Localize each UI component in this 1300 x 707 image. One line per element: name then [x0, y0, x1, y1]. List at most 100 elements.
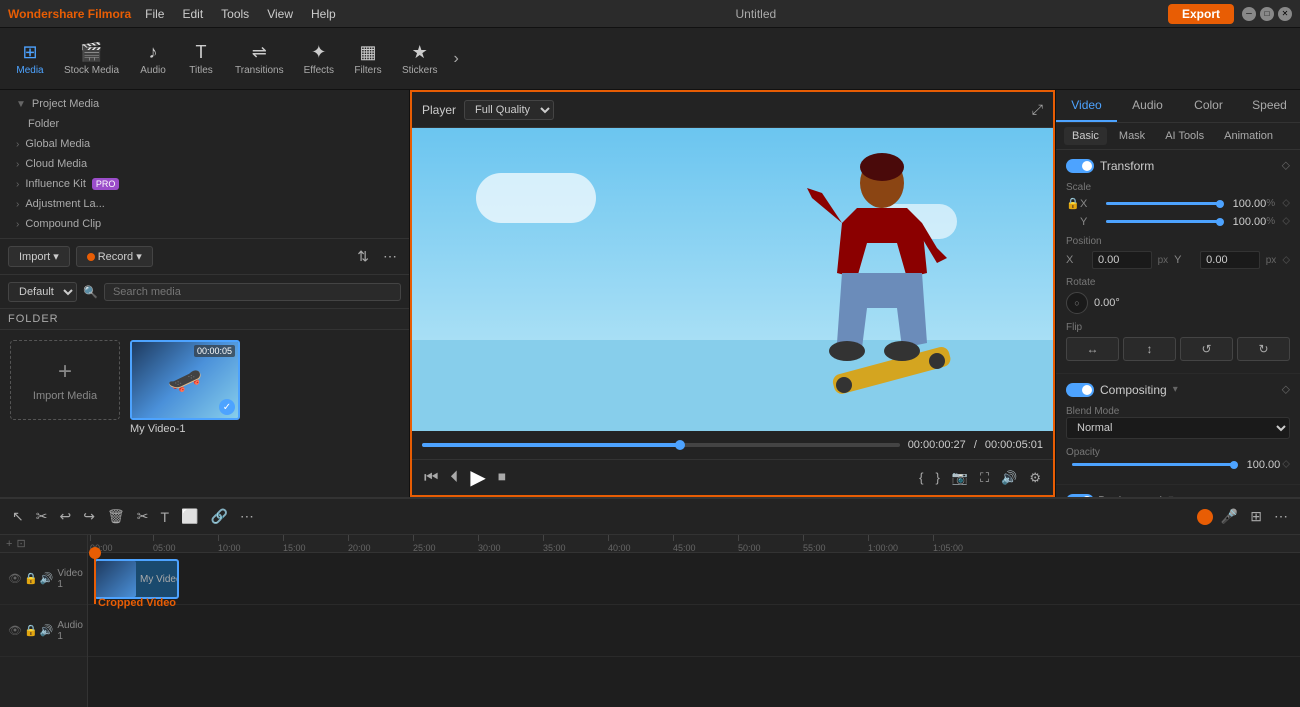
sidebar-item-label: Adjustment La...	[25, 198, 105, 210]
progress-track[interactable]	[422, 443, 900, 447]
video-mute-icon[interactable]: 🔊	[40, 572, 54, 585]
tool-stock-media[interactable]: 🎬 Stock Media	[56, 38, 127, 80]
flip-cw-button[interactable]: ↻	[1237, 337, 1290, 361]
video-clip[interactable]: My Video-1	[94, 559, 179, 599]
opacity-slider[interactable]	[1072, 463, 1234, 466]
subtab-basic[interactable]: Basic	[1064, 127, 1107, 145]
menu-tools[interactable]: Tools	[213, 5, 257, 23]
add-track-icon[interactable]: +	[6, 538, 12, 550]
expand-icon[interactable]: ⤢	[1032, 101, 1043, 118]
opacity-keyframe-icon[interactable]: ⬦	[1282, 458, 1290, 471]
sidebar-item-adjustment[interactable]: › Adjustment La...	[0, 194, 409, 214]
snapshot-icon[interactable]: 📷	[950, 468, 970, 488]
audio-lock-icon[interactable]: 🔒	[24, 624, 38, 637]
section-collapse-icon[interactable]: ⬦	[1282, 158, 1290, 173]
import-button[interactable]: Import ▾	[8, 246, 70, 267]
audio-mute-icon[interactable]: 🔊	[40, 624, 54, 637]
timeline-split[interactable]: ✂	[133, 506, 153, 527]
sidebar-item-project-media[interactable]: ▼ Project Media	[0, 94, 409, 114]
timeline-select-tool[interactable]: ↖	[8, 506, 28, 527]
compositing-toggle[interactable]	[1066, 383, 1094, 397]
frame-back-button[interactable]: ⏴	[448, 467, 460, 489]
track-settings-icon[interactable]: ⊡	[16, 537, 25, 550]
rotate-handle[interactable]: ○	[1066, 292, 1088, 314]
scale-x-slider[interactable]	[1106, 202, 1220, 205]
timeline-more-tool[interactable]: ⋯	[236, 506, 258, 527]
tool-stickers[interactable]: ★ Stickers	[394, 38, 446, 80]
tab-color[interactable]: Color	[1178, 90, 1239, 122]
scale-y-slider[interactable]	[1106, 220, 1220, 223]
timeline-undo[interactable]: ↩	[55, 506, 75, 527]
subtab-ai-tools[interactable]: AI Tools	[1157, 127, 1212, 145]
import-media-box[interactable]: + Import Media	[10, 340, 120, 420]
scale-y-keyframe-icon[interactable]: ⬦	[1282, 215, 1290, 228]
subtab-mask[interactable]: Mask	[1111, 127, 1153, 145]
sidebar-item-influence-kit[interactable]: › Influence Kit PRO	[0, 174, 409, 194]
audio-eye-icon[interactable]: 👁	[8, 624, 22, 637]
maximize-button[interactable]: □	[1260, 7, 1274, 21]
background-toggle[interactable]	[1066, 494, 1094, 498]
search-input[interactable]	[104, 283, 401, 301]
sort-select[interactable]: Default	[8, 282, 77, 302]
tool-titles[interactable]: T Titles	[179, 38, 223, 80]
more-options-icon[interactable]: ⋯	[379, 246, 401, 267]
quality-select[interactable]: Full Quality	[464, 100, 554, 120]
stop-button[interactable]: ⏹	[496, 467, 508, 489]
timeline-cut-tool[interactable]: ✂	[32, 506, 52, 527]
menu-edit[interactable]: Edit	[174, 5, 211, 23]
menu-help[interactable]: Help	[303, 5, 344, 23]
settings-icon[interactable]: ⚙	[1027, 468, 1043, 488]
subtab-animation[interactable]: Animation	[1216, 127, 1281, 145]
tool-filters[interactable]: ▦ Filters	[346, 38, 390, 80]
fullscreen-icon[interactable]: ⛶	[978, 468, 991, 488]
minimize-button[interactable]: ─	[1242, 7, 1256, 21]
volume-icon[interactable]: 🔊	[999, 468, 1019, 488]
sidebar-item-global-media[interactable]: › Global Media	[0, 134, 409, 154]
timeline-redo[interactable]: ↪	[79, 506, 99, 527]
timeline-link-tool[interactable]: 🔗	[206, 506, 231, 527]
timeline-more-options[interactable]: ⋯	[1270, 506, 1292, 527]
flip-h-button[interactable]: ↔	[1066, 337, 1119, 361]
timeline-crop-tool[interactable]: ⬜	[177, 506, 202, 527]
scale-x-keyframe-icon[interactable]: ⬦	[1282, 197, 1290, 210]
video-eye-icon[interactable]: 👁	[8, 572, 22, 585]
pos-x-input[interactable]	[1092, 251, 1152, 269]
menu-file[interactable]: File	[137, 5, 172, 23]
play-button[interactable]: ▶	[468, 463, 487, 492]
close-button[interactable]: ✕	[1278, 7, 1292, 21]
menu-view[interactable]: View	[259, 5, 301, 23]
sort-icon[interactable]: ⇅	[353, 246, 373, 267]
mark-out-button[interactable]: }	[934, 468, 942, 487]
player-progress-bar[interactable]: 00:00:00:27 / 00:00:05:01	[412, 431, 1053, 459]
skip-back-button[interactable]: ⏮	[422, 467, 440, 489]
timeline-delete[interactable]: 🗑	[103, 506, 129, 527]
flip-v-button[interactable]: ↕	[1123, 337, 1176, 361]
mark-in-button[interactable]: {	[917, 468, 925, 487]
video-lock-icon[interactable]: 🔒	[24, 572, 38, 585]
pos-y-input[interactable]	[1200, 251, 1260, 269]
progress-handle[interactable]	[675, 440, 685, 450]
tab-audio[interactable]: Audio	[1117, 90, 1178, 122]
tab-speed[interactable]: Speed	[1239, 90, 1300, 122]
tool-audio[interactable]: ♪ Audio	[131, 38, 175, 80]
timeline-audio-icon[interactable]: 🎤	[1217, 506, 1242, 527]
blend-mode-select[interactable]: Normal	[1066, 417, 1290, 439]
media-thumbnail[interactable]: 🛹 00:00:05 ✓ My Video-1	[130, 340, 240, 435]
tool-transitions[interactable]: ⇌ Transitions	[227, 38, 292, 80]
tool-effects[interactable]: ✦ Effects	[296, 38, 342, 80]
compositing-collapse-icon[interactable]: ⬦	[1282, 382, 1290, 397]
tool-media[interactable]: ⊞ Media	[8, 38, 52, 80]
flip-ccw-button[interactable]: ↺	[1180, 337, 1233, 361]
record-button[interactable]: Record ▾	[76, 246, 153, 267]
transform-toggle[interactable]	[1066, 159, 1094, 173]
pos-keyframe-icon[interactable]: ⬦	[1282, 254, 1290, 267]
timeline-snap-icon[interactable]: ⊞	[1246, 506, 1266, 527]
sidebar-item-compound-clip[interactable]: › Compound Clip	[0, 214, 409, 234]
timeline-record-button[interactable]	[1197, 509, 1213, 525]
timeline-text-tool[interactable]: T	[156, 507, 173, 527]
sidebar-item-folder[interactable]: Folder	[0, 114, 409, 134]
export-button[interactable]: Export	[1168, 4, 1234, 24]
toolbar-nav-arrow[interactable]: ›	[450, 46, 463, 72]
sidebar-item-cloud-media[interactable]: › Cloud Media	[0, 154, 409, 174]
tab-video[interactable]: Video	[1056, 90, 1117, 122]
